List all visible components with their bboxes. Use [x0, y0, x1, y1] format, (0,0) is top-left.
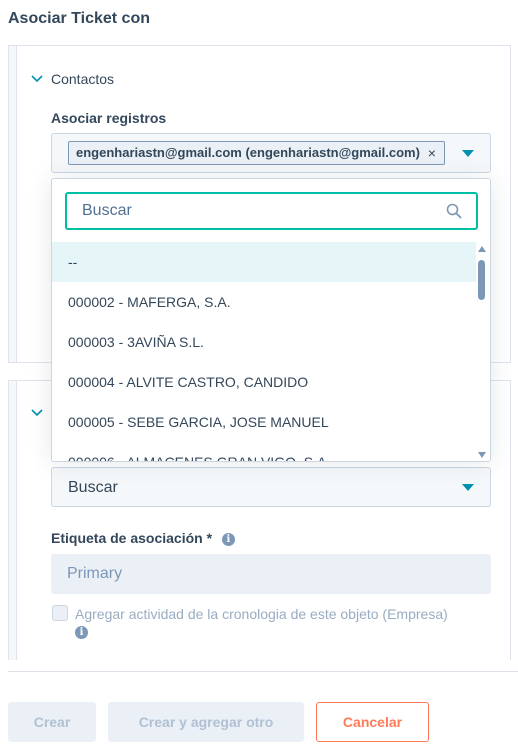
scroll-down-arrow-icon[interactable]: [478, 452, 486, 458]
association-label-field: Primary: [51, 554, 491, 594]
card-rail: [9, 381, 17, 660]
option-item[interactable]: 000005 - SEBE GARCIA, JOSE MANUEL: [52, 402, 476, 442]
section-label-contacts[interactable]: Contactos: [51, 71, 114, 87]
option-item[interactable]: 000006 - ALMACENES GRAN VIGO, S.A.: [52, 442, 476, 461]
search-input[interactable]: [67, 194, 476, 228]
field-label-association: Etiqueta de asociación * i: [51, 530, 235, 546]
card-rail: [9, 46, 17, 362]
option-item[interactable]: --: [52, 242, 476, 282]
create-and-add-another-button[interactable]: Crear y agregar otro: [108, 702, 304, 742]
option-item[interactable]: 000003 - 3AVIÑA S.L.: [52, 322, 476, 362]
option-item[interactable]: 000002 - MAFERGA, S.A.: [52, 282, 476, 322]
chip-label: engenhariastn@gmail.com (engenhariastn@g…: [76, 145, 420, 160]
chevron-down-icon[interactable]: [30, 72, 44, 86]
create-button[interactable]: Crear: [8, 702, 96, 742]
info-icon[interactable]: i: [221, 532, 235, 546]
field-label-associate-records: Asociar registros: [51, 110, 167, 126]
association-label-value: Primary: [67, 565, 123, 582]
info-icon[interactable]: i: [75, 626, 88, 639]
timeline-activity-checkbox[interactable]: [52, 605, 68, 621]
caret-down-icon[interactable]: [462, 150, 474, 157]
page-title: Asociar Ticket con: [8, 10, 150, 27]
close-icon[interactable]: ×: [428, 142, 436, 164]
chevron-down-icon[interactable]: [30, 406, 44, 420]
association-label-text: Etiqueta de asociación *: [51, 530, 213, 546]
company-select-value: Buscar: [68, 479, 118, 496]
scroll-up-arrow-icon[interactable]: [478, 246, 486, 252]
option-item[interactable]: 000004 - ALVITE CASTRO, CANDIDO: [52, 362, 476, 402]
records-dropdown: -- 000002 - MAFERGA, S.A. 000003 - 3AVIÑ…: [51, 178, 491, 462]
dropdown-search[interactable]: [65, 192, 478, 230]
timeline-activity-label: Agregar actividad de la cronologia de es…: [75, 606, 448, 622]
records-select[interactable]: engenhariastn@gmail.com (engenhariastn@g…: [51, 133, 491, 173]
search-icon: [446, 203, 462, 219]
options-list: -- 000002 - MAFERGA, S.A. 000003 - 3AVIÑ…: [52, 242, 476, 461]
footer-divider: [8, 671, 518, 672]
company-select[interactable]: Buscar: [51, 467, 491, 507]
scrollbar-thumb[interactable]: [478, 260, 485, 300]
selected-record-chip: engenhariastn@gmail.com (engenhariastn@g…: [68, 141, 445, 165]
cancel-button[interactable]: Cancelar: [316, 702, 429, 742]
scrollbar[interactable]: [474, 242, 490, 461]
caret-down-icon[interactable]: [462, 484, 474, 491]
